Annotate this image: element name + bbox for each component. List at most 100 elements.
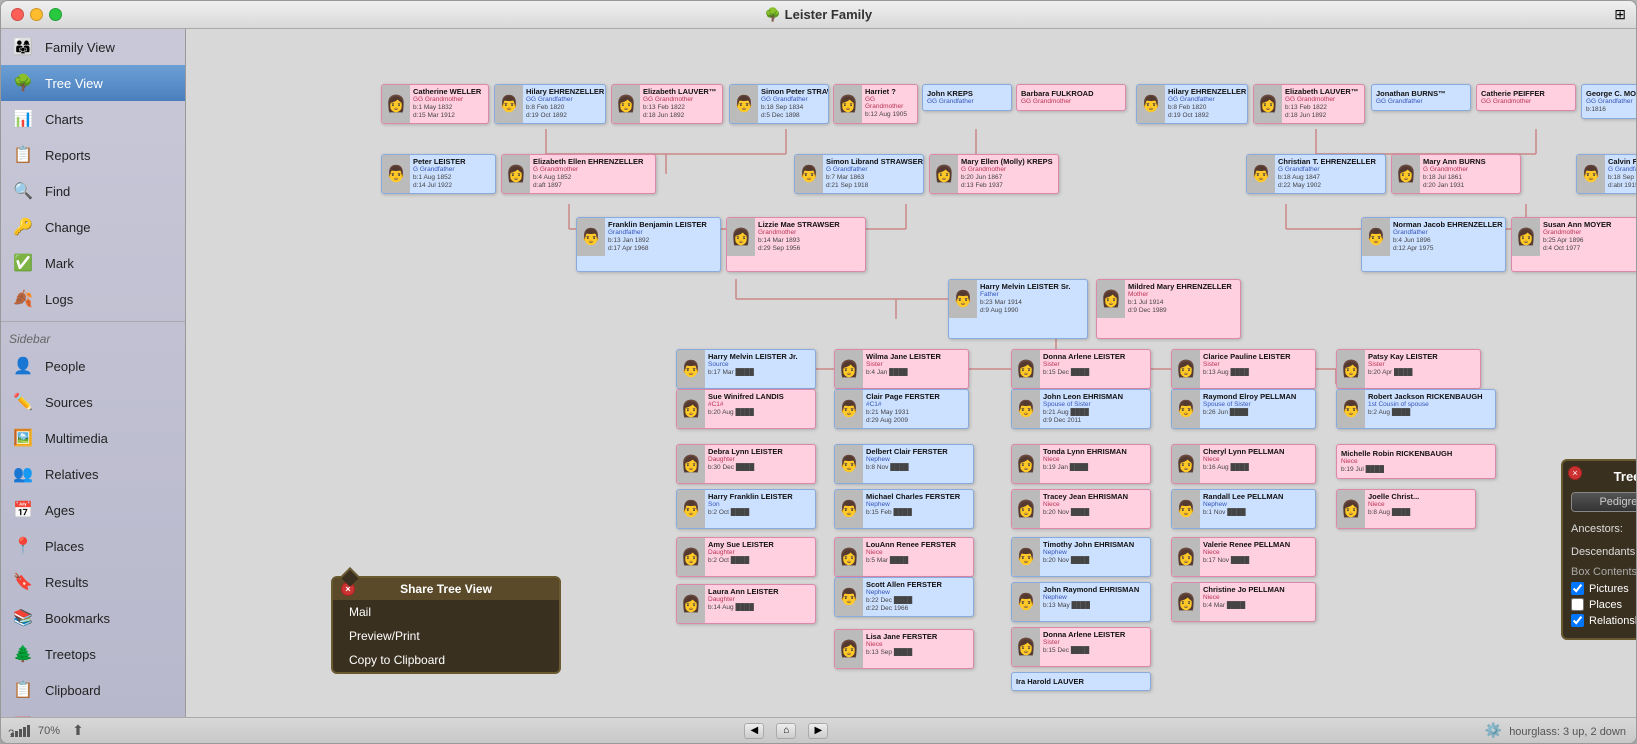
sidebar-item-sources[interactable]: ✏️ Sources [1,384,185,420]
card-louann-ferster[interactable]: 👩 LouAnn Renee FERSTER Niece b:5 Mar ███… [834,537,974,577]
sidebar-item-reports[interactable]: 📋 Reports [1,137,185,173]
card-harry-leister-sr[interactable]: 👨 Harry Melvin LEISTER Sr. Father b:23 M… [948,279,1088,339]
card-hilary-ehrenzeller-2[interactable]: 👨 Hilary EHRENZELLER GG Grandfather b:8 … [1136,84,1248,124]
card-mary-ann-burns[interactable]: 👩 Mary Ann BURNS G Grandmother b:18 Jul … [1391,154,1521,194]
card-michelle-rickenbaugh[interactable]: Michelle Robin RICKENBAUGH Niece b:19 Ju… [1336,444,1496,479]
card-george-moyer[interactable]: George C. MOYER™ GG Grandfather b:1816 [1581,84,1636,119]
card-mildred-ehrenzeller[interactable]: 👩 Mildred Mary EHRENZELLER Mother b:1 Ju… [1096,279,1241,339]
photo-simon-strawser: 👨 [730,85,758,123]
card-robert-rickenbaugh[interactable]: 👨 Robert Jackson RICKENBAUGH 1st Cousin … [1336,389,1496,429]
nav-prev-button[interactable]: ◀ [744,723,764,739]
card-john-raymond-ehrisman[interactable]: 👨 John Raymond EHRISMAN Nephew b:13 May … [1011,582,1151,622]
places-checkbox[interactable] [1571,598,1584,611]
card-wilma-leister[interactable]: 👩 Wilma Jane LEISTER Sister b:4 Jan ████ [834,349,969,389]
card-cheryl-pellman[interactable]: 👩 Cheryl Lynn PELLMAN Niece b:16 Aug ███… [1171,444,1316,484]
share-item-clipboard[interactable]: Copy to Clipboard [333,648,559,672]
card-harriet[interactable]: 👩 Harriet ? GG Grandmother b:12 Aug 1905 [833,84,918,124]
sidebar-item-charts[interactable]: 📊 Charts [1,101,185,137]
card-christine-pellman[interactable]: 👩 Christine Jo PELLMAN Niece b:4 Mar ███… [1171,582,1316,622]
fullscreen-icon[interactable]: ⊞ [1614,6,1626,23]
share-item-preview[interactable]: Preview/Print [333,624,559,648]
card-calvin-moyer[interactable]: 👨 Calvin Fisher MOYER G Grandfather b:18… [1576,154,1636,194]
card-valerie-pellman[interactable]: 👩 Valerie Renee PELLMAN Niece b:17 Nov █… [1171,537,1316,577]
card-franklin-leister[interactable]: 👨 Franklin Benjamin LEISTER Grandfather … [576,217,721,272]
card-joelle[interactable]: 👩 Joelle Christ... Niece b:8 Aug ████ [1336,489,1476,529]
card-clarice-leister[interactable]: 👩 Clarice Pauline LEISTER Sister b:13 Au… [1171,349,1316,389]
card-tonda-ehrisman[interactable]: 👩 Tonda Lynn EHRISMAN Niece b:19 Jan ███… [1011,444,1151,484]
card-harry-leister-jr[interactable]: 👨 Harry Melvin LEISTER Jr. Source b:17 M… [676,349,816,389]
card-john-kreps[interactable]: John KREPS GG Grandfather [922,84,1012,111]
card-debra-leister[interactable]: 👩 Debra Lynn LEISTER Daughter b:30 Dec █… [676,444,816,484]
card-tracey-ehrisman[interactable]: 👩 Tracey Jean EHRISMAN Niece b:20 Nov ██… [1011,489,1151,529]
card-simon-librand-strawser[interactable]: 👨 Simon Librand STRAWSER G Grandfather b… [794,154,924,194]
help-icon[interactable]: ? [8,728,14,740]
card-barbara-fulkroad[interactable]: Barbara FULKROAD GG Grandmother [1016,84,1126,111]
card-donna-leister-2[interactable]: 👩 Donna Arlene LEISTER Sister b:15 Dec █… [1011,627,1151,667]
maximize-button[interactable] [49,8,62,21]
sidebar-item-relatives[interactable]: 👥 Relatives [1,456,185,492]
card-clair-ferster[interactable]: 👨 Clair Page FERSTER #C1# b:21 May 1931d… [834,389,969,429]
card-elizabeth-lauver[interactable]: 👩 Elizabeth LAUVER™ GG Grandmother b:13 … [611,84,723,124]
card-jonathan-burns[interactable]: Jonathan BURNS™ GG Grandfather [1371,84,1471,111]
dates-clair-ferster: b:21 May 1931d:29 Aug 2009 [866,409,940,426]
card-mary-ellen-kreps[interactable]: 👩 Mary Ellen (Molly) KREPS G Grandmother… [929,154,1059,194]
sidebar-item-ages[interactable]: 📅 Ages [1,492,185,528]
dates-harriet: b:12 Aug 1905 [865,111,914,119]
nav-next-button[interactable]: ▶ [808,723,828,739]
card-lisa-ferster[interactable]: 👩 Lisa Jane FERSTER Niece b:13 Sep ████ [834,629,974,669]
card-peter-leister[interactable]: 👨 Peter LEISTER G Grandfather b:1 Aug 18… [381,154,496,194]
card-elizabeth-lauver-2[interactable]: 👩 Elizabeth LAUVER™ GG Grandmother b:13 … [1253,84,1365,124]
tree-canvas[interactable]: 👩 Catherine WELLER GG Grandmother b:1 Ma… [186,29,1636,717]
card-simon-strawser[interactable]: 👨 Simon Peter STRAWSER GG Grandfather b:… [729,84,829,124]
sidebar-item-bookmarks[interactable]: 📚 Bookmarks [1,600,185,636]
pedigree-tab[interactable]: Pedigree [1572,493,1636,511]
sidebar-item-places[interactable]: 📍 Places [1,528,185,564]
share-button[interactable]: ⬆ [68,721,88,741]
card-raymond-pellman[interactable]: 👨 Raymond Elroy PELLMAN Spouse of Sister… [1171,389,1316,429]
sidebar-item-tree-view[interactable]: 🌳 Tree View [1,65,185,101]
sidebar-item-find[interactable]: 🔍 Find [1,173,185,209]
card-scott-ferster[interactable]: 👨 Scott Allen FERSTER Nephew b:22 Dec ██… [834,577,974,617]
role-lizzie-strawser: Grandmother [758,229,840,236]
sidebar-item-logs[interactable]: 🍂 Logs [1,281,185,317]
pictures-checkbox[interactable] [1571,582,1584,595]
sidebar-item-calendar[interactable]: 📆 Calendar [1,708,185,717]
card-randall-pellman[interactable]: 👨 Randall Lee PELLMAN Nephew b:1 Nov ███… [1171,489,1316,529]
sidebar-item-family-view[interactable]: 👨‍👩‍👧 Family View [1,29,185,65]
settings-popup-close[interactable]: × [1568,466,1582,480]
sidebar-item-multimedia[interactable]: 🖼️ Multimedia [1,420,185,456]
nav-home-button[interactable]: ⌂ [776,723,796,739]
card-harry-franklin-leister[interactable]: 👨 Harry Franklin LEISTER Son b:2 Oct ███… [676,489,816,529]
card-patsy-leister[interactable]: 👩 Patsy Kay LEISTER Sister b:20 Apr ████ [1336,349,1481,389]
card-michael-ferster[interactable]: 👨 Michael Charles FERSTER Nephew b:15 Fe… [834,489,974,529]
card-lizzie-strawser[interactable]: 👩 Lizzie Mae STRAWSER Grandmother b:14 M… [726,217,866,272]
card-susan-moyer[interactable]: 👩 Susan Ann MOYER Grandmother b:25 Apr 1… [1511,217,1636,272]
close-button[interactable] [11,8,24,21]
card-ira-lauver[interactable]: Ira Harold LAUVER [1011,672,1151,691]
share-item-mail[interactable]: Mail [333,600,559,624]
card-laura-leister[interactable]: 👩 Laura Ann LEISTER Daughter b:14 Aug ██… [676,584,816,624]
sidebar-item-clipboard[interactable]: 📋 Clipboard [1,672,185,708]
share-popup-title: Share Tree View [400,582,492,596]
card-christian-ehrenzeller[interactable]: 👨 Christian T. EHRENZELLER G Grandfather… [1246,154,1386,194]
sidebar-item-results[interactable]: 🔖 Results [1,564,185,600]
card-hilary-ehrenzeller-1[interactable]: 👨 Hilary EHRENZELLER GG Grandfather b:8 … [494,84,606,124]
card-amy-leister[interactable]: 👩 Amy Sue LEISTER Daughter b:2 Oct ████ [676,537,816,577]
card-john-ehrisman[interactable]: 👨 John Leon EHRISMAN Spouse of Sister b:… [1011,389,1151,429]
card-delbert-ferster[interactable]: 👨 Delbert Clair FERSTER Nephew b:8 Nov █… [834,444,974,484]
card-timothy-ehrisman[interactable]: 👨 Timothy John EHRISMAN Nephew b:20 Nov … [1011,537,1151,577]
card-catherine-weller[interactable]: 👩 Catherine WELLER GG Grandmother b:1 Ma… [381,84,489,124]
role-patsy-leister: Sister [1368,361,1438,368]
minimize-button[interactable] [30,8,43,21]
card-donna-leister[interactable]: 👩 Donna Arlene LEISTER Sister b:15 Dec █… [1011,349,1151,389]
card-catherie-peiffer[interactable]: Catherie PEIFFER GG Grandmother [1476,84,1576,111]
card-norman-ehrenzeller[interactable]: 👨 Norman Jacob EHRENZELLER Grandfather b… [1361,217,1506,272]
sidebar-item-mark[interactable]: ✅ Mark [1,245,185,281]
card-elizabeth-ehrenzeller[interactable]: 👩 Elizabeth Ellen EHRENZELLER G Grandmot… [501,154,656,194]
sidebar-item-people[interactable]: 👤 People [1,348,185,384]
card-sue-landis[interactable]: 👩 Sue Winifred LANDIS #C1# b:20 Aug ████ [676,389,816,429]
sidebar-item-treetops[interactable]: 🌲 Treetops [1,636,185,672]
role-valerie-pellman: Niece [1203,549,1290,556]
sidebar-item-change[interactable]: 🔑 Change [1,209,185,245]
relationship-checkbox[interactable] [1571,614,1584,627]
